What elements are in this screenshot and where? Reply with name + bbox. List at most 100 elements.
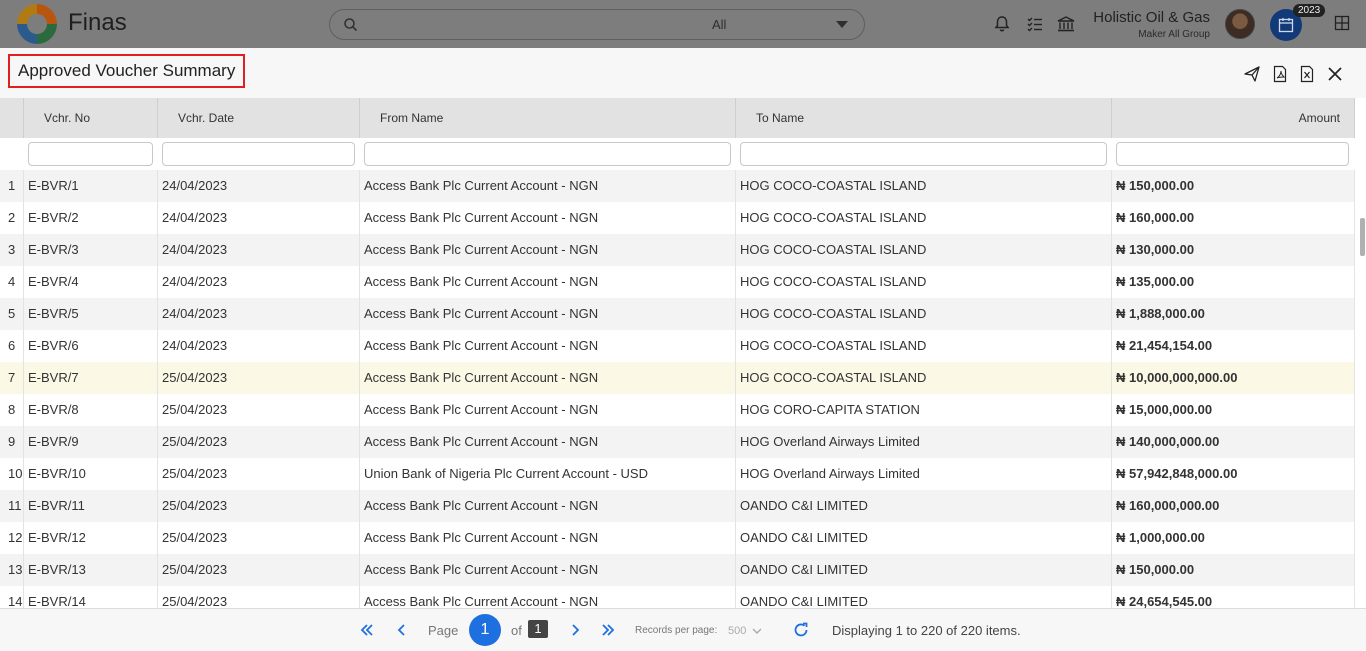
cell-to-name: HOG COCO-COASTAL ISLAND: [736, 202, 1112, 234]
filter-input-vchr-date[interactable]: [162, 142, 355, 166]
cell-amount: ₦ 150,000.00: [1112, 554, 1355, 586]
cell-amount: ₦ 135,000.00: [1112, 266, 1355, 298]
filter-input-from-name[interactable]: [364, 142, 731, 166]
cell-vchr-date: 24/04/2023: [158, 330, 360, 362]
cell-amount: ₦ 1,888,000.00: [1112, 298, 1355, 330]
table-row[interactable]: 4 E-BVR/4 24/04/2023 Access Bank Plc Curren…: [0, 266, 1355, 298]
chevron-down-icon: [752, 628, 762, 634]
column-header-to-name[interactable]: To Name: [736, 98, 1112, 138]
cell-from-name: Access Bank Plc Current Account - NGN: [360, 170, 736, 202]
row-number: 5: [0, 298, 24, 330]
row-number: 4: [0, 266, 24, 298]
chevron-down-icon[interactable]: [836, 21, 848, 28]
avatar[interactable]: [1225, 9, 1255, 39]
cell-from-name: Access Bank Plc Current Account - NGN: [360, 426, 736, 458]
records-per-page-select[interactable]: 500: [722, 621, 766, 641]
close-icon[interactable]: [1326, 65, 1344, 83]
table-row[interactable]: 11 E-BVR/11 25/04/2023 Access Bank Plc Curr…: [0, 490, 1355, 522]
app-name: Finas: [68, 9, 127, 36]
cell-vchr-date: 25/04/2023: [158, 426, 360, 458]
table-row[interactable]: 10 E-BVR/10 25/04/2023 Union Bank of Nigeri…: [0, 458, 1355, 490]
voucher-summary-panel: Approved Voucher Summary Vchr. No Vchr. …: [0, 48, 1366, 651]
user-role: Maker All Group: [1138, 29, 1210, 40]
table-row[interactable]: 7 E-BVR/7 25/04/2023 Access Bank Plc Curren…: [0, 362, 1355, 394]
row-number: 11: [0, 490, 24, 522]
table-row[interactable]: 9 E-BVR/9 25/04/2023 Access Bank Plc Curren…: [0, 426, 1355, 458]
table-row[interactable]: 5 E-BVR/5 24/04/2023 Access Bank Plc Curren…: [0, 298, 1355, 330]
search-scope-value[interactable]: All: [712, 17, 726, 32]
cell-to-name: HOG CORO-CAPITA STATION: [736, 394, 1112, 426]
table-row[interactable]: 13 E-BVR/13 25/04/2023 Access Bank Plc Curr…: [0, 554, 1355, 586]
cell-to-name: OANDO C&I LIMITED: [736, 522, 1112, 554]
vertical-scrollbar[interactable]: [1360, 218, 1365, 256]
cell-vchr-no: E-BVR/7: [24, 362, 158, 394]
row-number: 2: [0, 202, 24, 234]
cell-amount: ₦ 150,000.00: [1112, 170, 1355, 202]
filter-row: [0, 138, 1355, 170]
row-number-header: [0, 98, 24, 138]
send-icon[interactable]: [1243, 65, 1261, 83]
previous-page-icon[interactable]: [394, 622, 410, 638]
table-row[interactable]: 1 E-BVR/1 24/04/2023 Access Bank Plc Curren…: [0, 170, 1355, 202]
total-pages: 1: [528, 620, 548, 638]
cell-vchr-no: E-BVR/9: [24, 426, 158, 458]
cell-vchr-no: E-BVR/3: [24, 234, 158, 266]
cell-amount: ₦ 140,000,000.00: [1112, 426, 1355, 458]
company-name[interactable]: Holistic Oil & Gas: [1093, 9, 1210, 26]
table-header: Vchr. No Vchr. Date From Name To Name Am…: [0, 98, 1355, 138]
cell-to-name: HOG COCO-COASTAL ISLAND: [736, 170, 1112, 202]
apps-grid-icon[interactable]: [1334, 15, 1350, 31]
filter-input-vchr-no[interactable]: [28, 142, 153, 166]
next-page-icon[interactable]: [567, 622, 583, 638]
row-number: 8: [0, 394, 24, 426]
row-number: 3: [0, 234, 24, 266]
cell-from-name: Access Bank Plc Current Account - NGN: [360, 330, 736, 362]
cell-from-name: Access Bank Plc Current Account - NGN: [360, 362, 736, 394]
records-per-page-label: Records per page:: [635, 625, 718, 636]
cell-vchr-date: 25/04/2023: [158, 554, 360, 586]
last-page-icon[interactable]: [600, 622, 616, 638]
column-header-vchr-no[interactable]: Vchr. No: [24, 98, 158, 138]
table-row[interactable]: 8 E-BVR/8 25/04/2023 Access Bank Plc Curren…: [0, 394, 1355, 426]
table-row[interactable]: 2 E-BVR/2 24/04/2023 Access Bank Plc Curren…: [0, 202, 1355, 234]
pagination-summary: Displaying 1 to 220 of 220 items.: [832, 623, 1021, 638]
bank-icon[interactable]: [1056, 14, 1076, 34]
cell-from-name: Access Bank Plc Current Account - NGN: [360, 202, 736, 234]
cell-from-name: Union Bank of Nigeria Plc Current Accoun…: [360, 458, 736, 490]
page-label: Page: [428, 623, 459, 638]
row-number: 13: [0, 554, 24, 586]
cell-to-name: HOG COCO-COASTAL ISLAND: [736, 362, 1112, 394]
column-header-from-name[interactable]: From Name: [360, 98, 736, 138]
cell-vchr-no: E-BVR/13: [24, 554, 158, 586]
table-row[interactable]: 12 E-BVR/12 25/04/2023 Access Bank Plc Curr…: [0, 522, 1355, 554]
cell-to-name: HOG Overland Airways Limited: [736, 426, 1112, 458]
current-page-button[interactable]: 1: [469, 614, 501, 646]
cell-from-name: Access Bank Plc Current Account - NGN: [360, 522, 736, 554]
bell-icon[interactable]: [992, 14, 1012, 34]
cell-amount: ₦ 130,000.00: [1112, 234, 1355, 266]
cell-vchr-date: 25/04/2023: [158, 522, 360, 554]
table-row[interactable]: 6 E-BVR/6 24/04/2023 Access Bank Plc Curren…: [0, 330, 1355, 362]
year-badge: 2023: [1293, 4, 1326, 17]
cell-amount: ₦ 1,000,000.00: [1112, 522, 1355, 554]
top-bar: Finas All Holistic Oil & Gas Maker All G…: [0, 0, 1366, 48]
cell-amount: ₦ 57,942,848,000.00: [1112, 458, 1355, 490]
excel-export-icon[interactable]: [1298, 65, 1316, 83]
table-row[interactable]: 3 E-BVR/3 24/04/2023 Access Bank Plc Curren…: [0, 234, 1355, 266]
app-logo-icon: [17, 4, 57, 44]
cell-vchr-no: E-BVR/5: [24, 298, 158, 330]
filter-input-amount[interactable]: [1116, 142, 1349, 166]
refresh-icon[interactable]: [792, 621, 810, 639]
global-search[interactable]: All: [329, 9, 865, 40]
task-list-icon[interactable]: [1025, 14, 1045, 34]
column-header-amount[interactable]: Amount: [1112, 98, 1355, 138]
cell-from-name: Access Bank Plc Current Account - NGN: [360, 554, 736, 586]
cell-to-name: HOG COCO-COASTAL ISLAND: [736, 330, 1112, 362]
column-header-vchr-date[interactable]: Vchr. Date: [158, 98, 360, 138]
cell-to-name: HOG COCO-COASTAL ISLAND: [736, 266, 1112, 298]
filter-input-to-name[interactable]: [740, 142, 1107, 166]
row-number: 7: [0, 362, 24, 394]
pdf-export-icon[interactable]: [1271, 65, 1289, 83]
cell-vchr-no: E-BVR/2: [24, 202, 158, 234]
first-page-icon[interactable]: [359, 622, 375, 638]
